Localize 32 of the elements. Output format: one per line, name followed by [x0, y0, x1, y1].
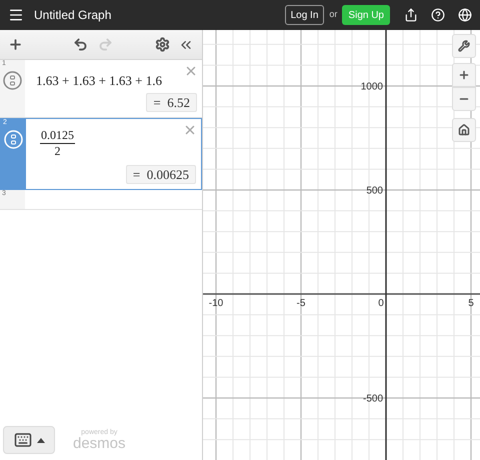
share-icon[interactable]: [404, 8, 418, 22]
y-axis-label: 1000: [360, 82, 383, 92]
home-icon: [458, 124, 470, 136]
x-axis-label: -5: [296, 298, 306, 309]
result-value: = 0.00625: [126, 165, 196, 184]
x-axis-label: -10: [208, 298, 224, 309]
log-in-button[interactable]: Log In: [284, 5, 324, 25]
settings-icon[interactable]: [155, 37, 170, 52]
keyboard-button[interactable]: [3, 426, 55, 454]
caret-icon: [36, 438, 44, 442]
add-icon[interactable]: [8, 37, 23, 52]
graph-title[interactable]: Untitled Graph: [34, 6, 112, 24]
expression-math[interactable]: 1.63 + 1.63 + 1.63 + 1.6: [36, 71, 162, 90]
x-axis-label: 0: [378, 298, 384, 309]
fraction-expression[interactable]: 0.0125 2: [40, 128, 75, 159]
zoom-in-button[interactable]: [452, 63, 476, 87]
y-axis-label: 500: [366, 186, 383, 196]
plus-icon: [458, 69, 470, 81]
keyboard-icon: [14, 431, 32, 449]
y-axis-label: -500: [362, 394, 383, 404]
graph-canvas[interactable]: -10 -5 0 5 1000 500 -500: [203, 30, 480, 460]
settings-wrench-button[interactable]: [452, 34, 476, 58]
globe-icon[interactable]: [458, 8, 472, 22]
home-button[interactable]: [452, 118, 476, 142]
wrench-icon: [458, 40, 470, 52]
x-axis-label: 5: [468, 298, 474, 309]
result-value: = 6.52: [146, 93, 197, 112]
graph-toggle-icon[interactable]: [3, 71, 22, 90]
help-icon[interactable]: [431, 8, 445, 22]
menu-icon[interactable]: [8, 7, 24, 23]
undo-icon[interactable]: [73, 37, 88, 52]
or-text: or: [329, 8, 338, 22]
